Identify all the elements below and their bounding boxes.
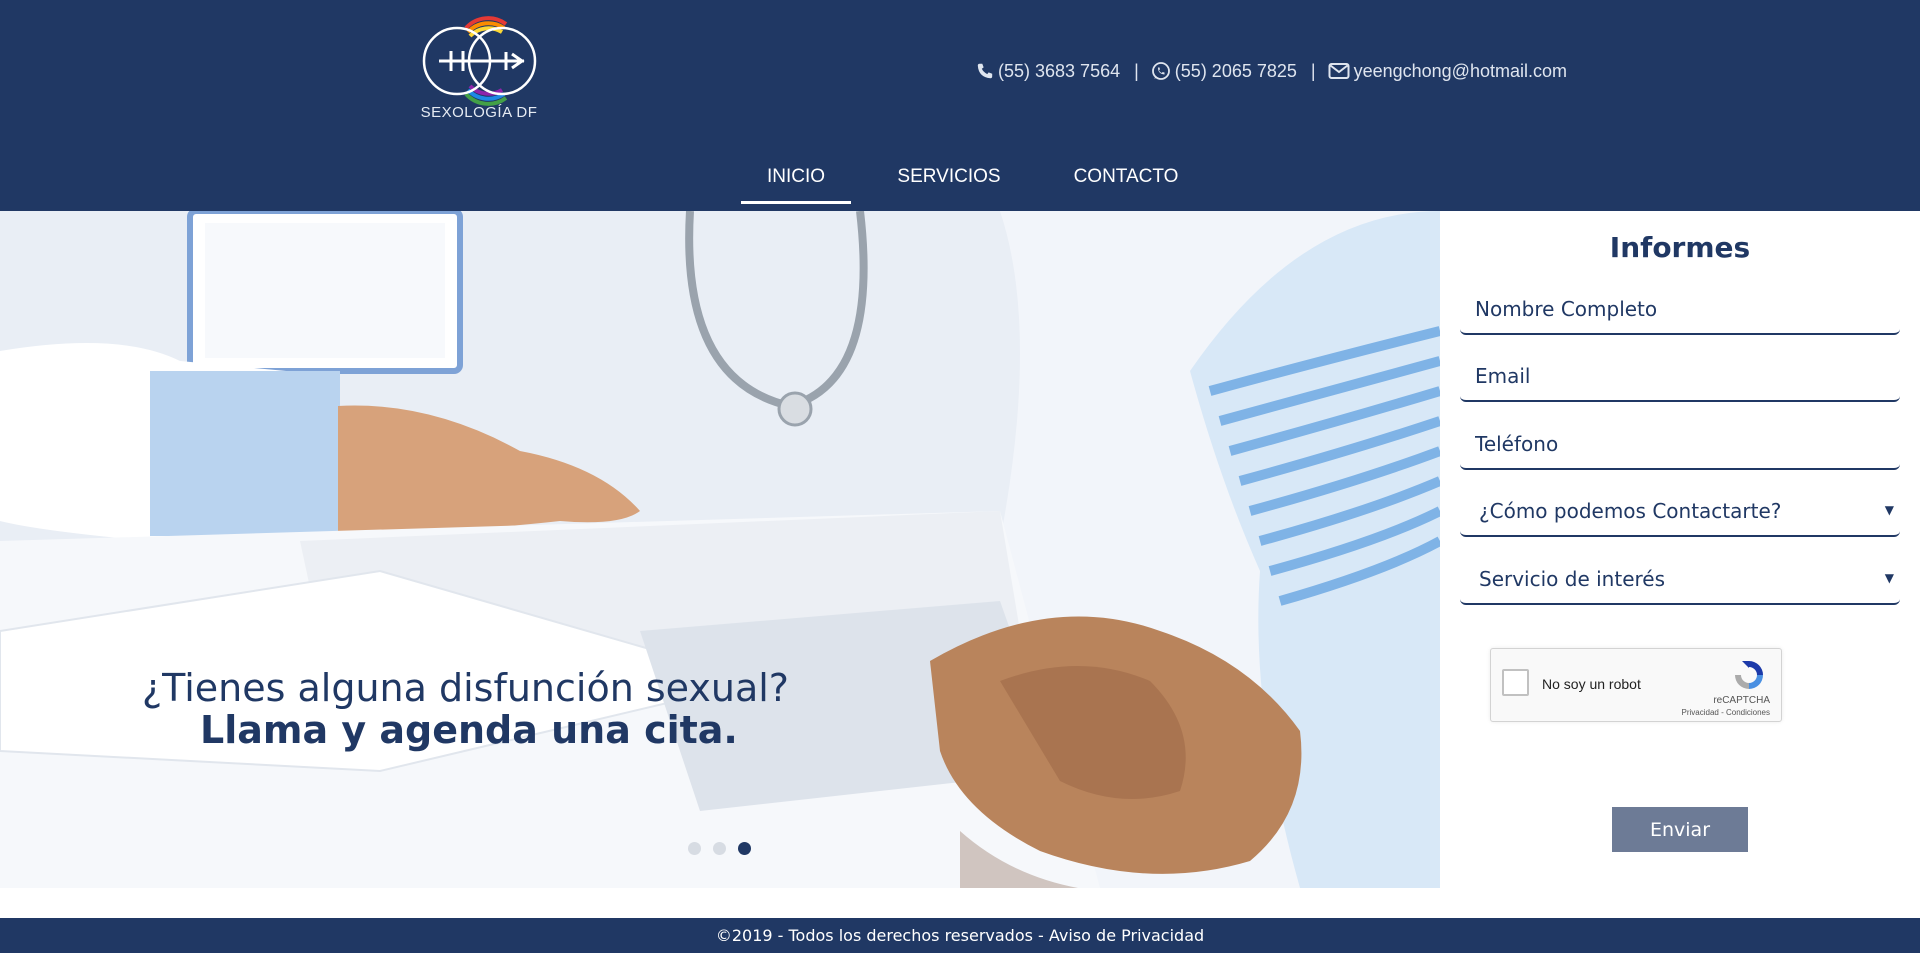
nav-item-contacto[interactable]: CONTACTO [1061, 158, 1191, 204]
form-title: Informes [1609, 231, 1751, 264]
slider-dot-active[interactable] [738, 842, 751, 855]
phone-number: (55) 3683 7564 [998, 60, 1121, 81]
phone-contact[interactable]: (55) 3683 7564 [976, 61, 1120, 82]
email-contact[interactable]: yeengchong@hotmail.com [1328, 61, 1567, 82]
email-field-wrapper [1460, 352, 1900, 402]
separator: | [1310, 60, 1316, 81]
hero-image [0, 211, 1440, 888]
whatsapp-number: (55) 2065 7825 [1174, 60, 1297, 81]
recaptcha-brand: reCAPTCHA [1713, 695, 1770, 706]
site-header: SEXOLOGÍA DF (55) 3683 7564 | (55) 2065 … [0, 0, 1920, 211]
contact-bar: (55) 3683 7564 | (55) 2065 7825 | yeengc… [976, 58, 1567, 84]
slider-dot[interactable] [713, 842, 726, 855]
submit-button[interactable]: Enviar [1612, 807, 1748, 852]
name-input[interactable] [1460, 285, 1900, 333]
main-nav: INICIO SERVICIOS CONTACTO [0, 158, 1920, 204]
hero-subheadline: Llama y agenda una cita. [200, 708, 738, 752]
site-footer: ©2019 - Todos los derechos reservados - … [0, 918, 1920, 953]
recaptcha-widget: No soy un robot reCAPTCHA Privacidad - C… [1490, 648, 1782, 722]
hero-slider: ¿Tienes alguna disfunción sexual? Llama … [0, 211, 1440, 888]
two-circles-rainbow-logo [422, 16, 537, 106]
copyright-text: ©2019 - Todos los derechos reservados - [715, 926, 1049, 945]
whatsapp-contact[interactable]: (55) 2065 7825 [1151, 61, 1297, 82]
privacy-link[interactable]: Aviso de Privacidad [1049, 926, 1204, 945]
recaptcha-checkbox[interactable] [1502, 669, 1529, 696]
contact-method-select[interactable]: ¿Cómo podemos Contactarte? ▼ [1460, 487, 1900, 537]
phone-field-wrapper [1460, 420, 1900, 470]
logo-text: SEXOLOGÍA DF [420, 104, 538, 121]
slider-dots [688, 842, 751, 855]
recaptcha-terms-link[interactable]: Privacidad - Condiciones [1682, 708, 1771, 717]
chevron-down-icon: ▼ [1884, 571, 1894, 585]
service-select[interactable]: Servicio de interés ▼ [1460, 555, 1900, 605]
nav-item-inicio[interactable]: INICIO [741, 158, 851, 204]
phone-input[interactable] [1460, 420, 1900, 468]
email-input[interactable] [1460, 352, 1900, 400]
name-field-wrapper [1460, 285, 1900, 335]
service-label: Servicio de interés [1479, 567, 1666, 591]
email-address: yeengchong@hotmail.com [1353, 60, 1567, 81]
nav-item-servicios[interactable]: SERVICIOS [885, 158, 1013, 204]
slider-dot[interactable] [688, 842, 701, 855]
hero-headline: ¿Tienes alguna disfunción sexual? [142, 666, 789, 710]
recaptcha-icon [1735, 661, 1763, 689]
contact-method-label: ¿Cómo podemos Contactarte? [1479, 499, 1782, 523]
contact-form: Informes ¿Cómo podemos Contactarte? ▼ Se… [1440, 211, 1920, 888]
whatsapp-icon [1151, 62, 1170, 80]
envelope-icon [1328, 63, 1350, 79]
site-logo[interactable]: SEXOLOGÍA DF [414, 16, 544, 126]
phone-icon [977, 63, 993, 79]
chevron-down-icon: ▼ [1884, 503, 1894, 517]
separator: | [1134, 60, 1139, 81]
recaptcha-label: No soy un robot [1542, 676, 1641, 692]
